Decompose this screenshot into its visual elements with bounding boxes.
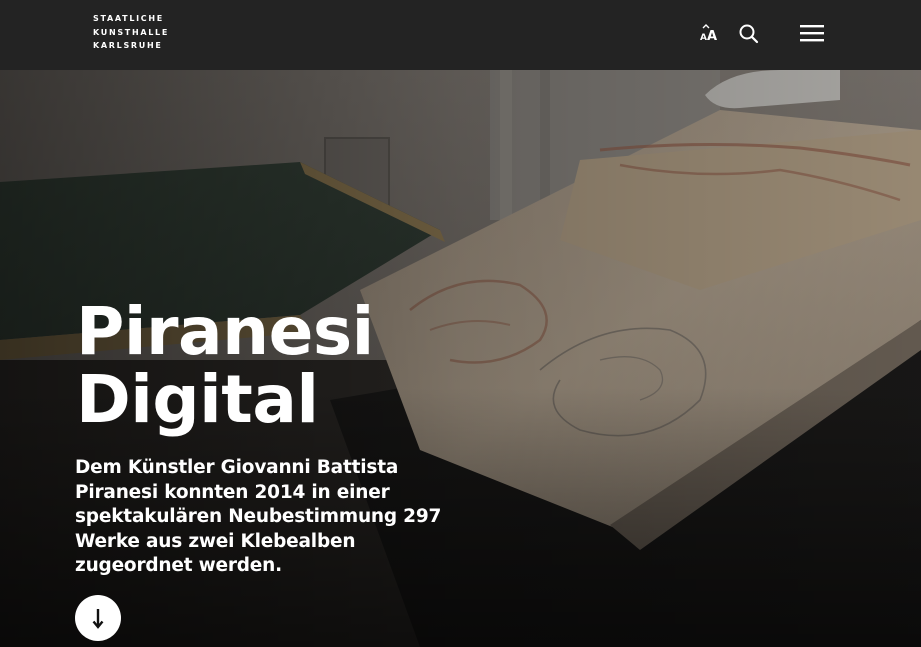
search-icon[interactable] — [737, 22, 763, 48]
page-title: Piranesi Digital — [76, 298, 374, 434]
hero-description: Dem Künstler Giovanni Battista Piranesi … — [75, 457, 442, 576]
text-size-icon[interactable]: A A — [698, 22, 724, 48]
svg-text:A: A — [700, 33, 707, 43]
logo-line-1: STAATLICHE — [93, 14, 164, 23]
page: STAATLICHE KUNSTHALLE KARLSRUHE A A Pira… — [0, 0, 921, 647]
arrow-down-icon — [92, 609, 104, 629]
svg-text:A: A — [707, 29, 717, 44]
hamburger-menu-icon[interactable] — [798, 22, 826, 48]
scroll-down-button[interactable] — [75, 595, 121, 641]
hero-section: Piranesi Digital Dem Künstler Giovanni B… — [0, 70, 921, 647]
title-line-2: Digital — [76, 361, 319, 438]
logo-line-2: KUNSTHALLE — [93, 27, 170, 37]
logo-line-3: KARLSRUHE — [93, 41, 163, 50]
site-logo[interactable]: STAATLICHE KUNSTHALLE KARLSRUHE — [93, 12, 169, 53]
site-header: STAATLICHE KUNSTHALLE KARLSRUHE A A — [0, 0, 921, 70]
title-line-1: Piranesi — [76, 293, 374, 370]
